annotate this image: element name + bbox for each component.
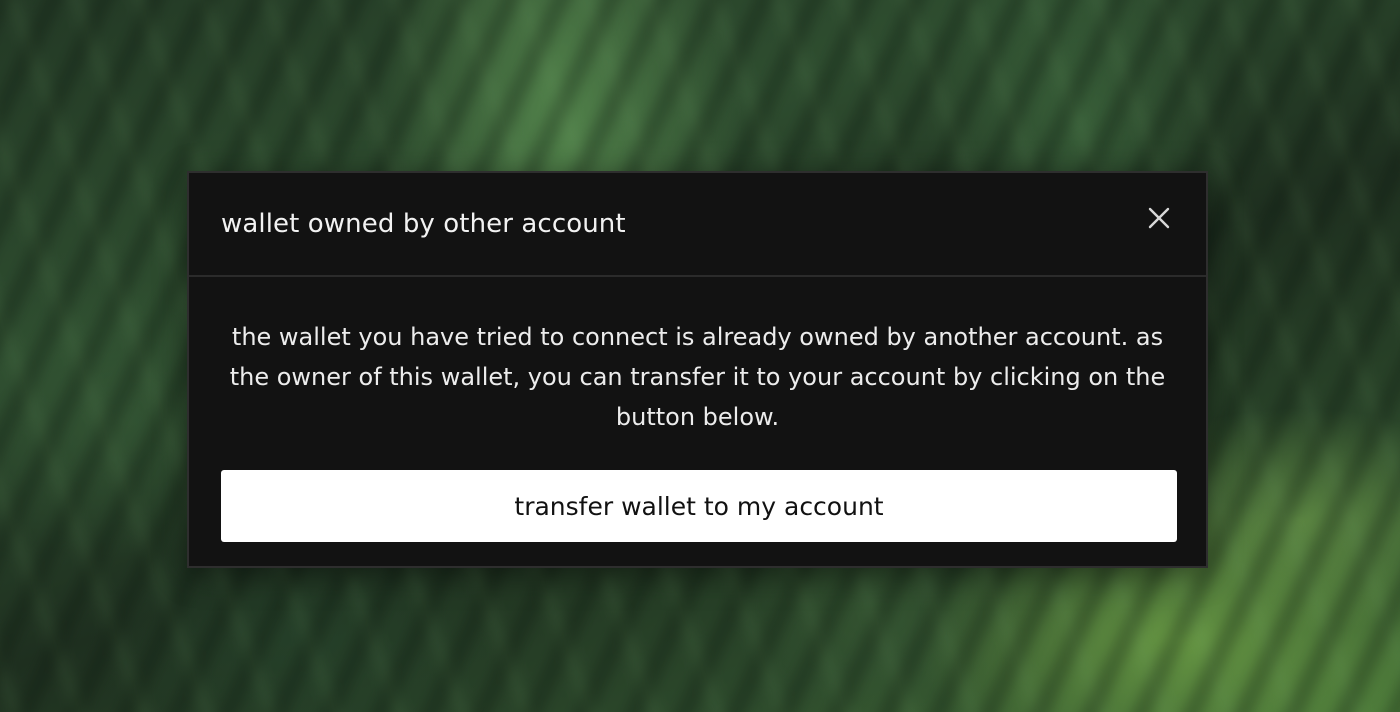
dialog-body: the wallet you have tried to connect is …: [189, 277, 1206, 542]
dialog-header: wallet owned by other account: [189, 173, 1206, 277]
transfer-wallet-button[interactable]: transfer wallet to my account: [221, 470, 1177, 542]
wallet-owned-dialog: wallet owned by other account the wallet…: [187, 171, 1208, 568]
dialog-message: the wallet you have tried to connect is …: [229, 323, 1166, 431]
close-icon: [1148, 207, 1170, 229]
dialog-title: wallet owned by other account: [221, 209, 626, 239]
close-button[interactable]: [1144, 203, 1174, 233]
